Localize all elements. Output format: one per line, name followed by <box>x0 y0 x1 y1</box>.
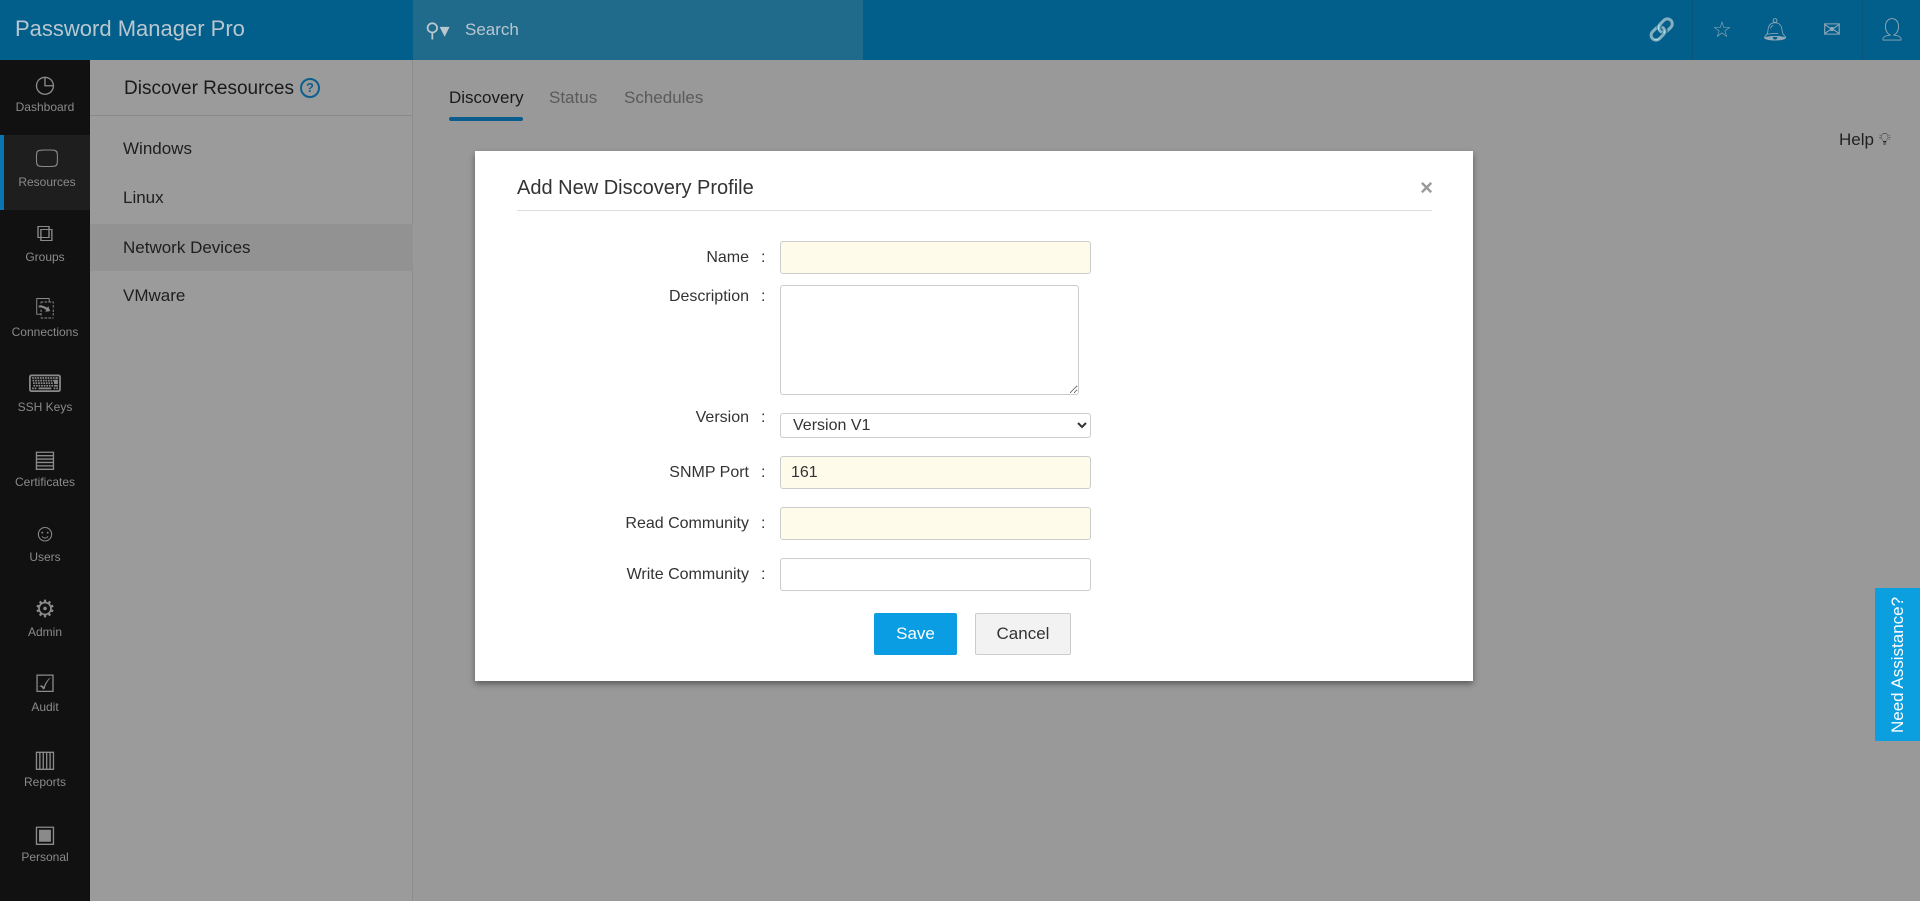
sidebar-item-label: Certificates <box>14 475 76 489</box>
colon: : <box>761 409 766 426</box>
colon: : <box>761 464 766 481</box>
discover-panel: Discover Resources? Windows Linux Networ… <box>90 60 413 901</box>
add-discovery-profile-dialog: Add New Discovery Profile × Name : Descr… <box>475 151 1473 681</box>
save-button[interactable]: Save <box>874 613 957 655</box>
help-link[interactable]: Help 💡︎ <box>1839 130 1891 150</box>
divider <box>90 115 413 116</box>
version-label: Version <box>695 409 749 426</box>
search-icon[interactable]: ⚲▾ <box>425 18 455 43</box>
panel-title: Discover Resources? <box>124 78 320 100</box>
description-label: Description <box>668 288 749 305</box>
active-tab-indicator <box>449 117 523 121</box>
write-community-label: Write Community <box>626 566 749 583</box>
link-icon[interactable]: 🔗 <box>1632 0 1692 60</box>
search-bar: ⚲▾ <box>413 0 863 60</box>
read-community-label: Read Community <box>625 515 749 532</box>
user-icon[interactable]: 👤︎ <box>1862 0 1920 60</box>
description-field[interactable] <box>780 285 1079 395</box>
sidebar-item-reports[interactable]: ▥ Reports <box>0 735 90 810</box>
connections-icon: ⎘ <box>35 295 55 322</box>
user-star-icon[interactable]: ☆ <box>1692 0 1752 60</box>
sidebar-item-label: Personal <box>21 850 69 864</box>
reports-icon: ▥ <box>33 746 57 773</box>
sidebar-item-personal[interactable]: ▣ Personal <box>0 810 90 885</box>
snmp-port-label: SNMP Port <box>669 464 749 481</box>
sidebar-item-certificates[interactable]: ▤ Certificates <box>0 435 90 510</box>
colon: : <box>761 288 766 305</box>
search-input[interactable] <box>465 20 686 40</box>
help-icon[interactable]: ? <box>300 78 320 98</box>
ssh-keys-icon: ⌨ <box>27 371 63 398</box>
dashboard-icon: ◷ <box>34 71 56 98</box>
sidebar-item-admin[interactable]: ⚙ Admin <box>0 585 90 660</box>
name-field[interactable] <box>780 241 1091 274</box>
colon: : <box>761 249 766 266</box>
resources-icon: 🖵 <box>35 145 59 172</box>
sidebar-item-label: Reports <box>23 775 67 789</box>
dialog-title: Add New Discovery Profile <box>517 177 754 199</box>
divider <box>517 210 1432 211</box>
sidebar-item-groups[interactable]: ⧉ Groups <box>0 210 90 285</box>
name-label: Name <box>706 249 749 266</box>
colon: : <box>761 566 766 583</box>
personal-icon: ▣ <box>33 821 57 848</box>
sidebar-item-users[interactable]: ☺ Users <box>0 510 90 585</box>
lightbulb-icon: 💡︎ <box>1878 130 1891 149</box>
audit-icon: ☑ <box>34 671 56 698</box>
sidebar-item-label: Groups <box>25 250 65 264</box>
sidebar: ◷ Dashboard 🖵 Resources ⧉ Groups ⎘ Connections ⌨… <box>0 60 90 901</box>
panel-item-vmware[interactable]: VMware <box>90 272 413 319</box>
sidebar-item-label: Admin <box>27 625 62 639</box>
sidebar-item-connections[interactable]: ⎘ Connections <box>0 285 90 360</box>
sidebar-item-label: Dashboard <box>15 100 75 114</box>
admin-icon: ⚙ <box>34 596 56 623</box>
write-community-field[interactable] <box>780 558 1091 591</box>
sidebar-item-label: Resources <box>18 175 76 189</box>
tab-discovery[interactable]: Discovery <box>449 88 524 108</box>
groups-icon: ⧉ <box>36 220 54 247</box>
panel-item-network-devices[interactable]: Network Devices <box>90 224 413 271</box>
cancel-button[interactable]: Cancel <box>975 613 1071 655</box>
close-icon[interactable]: × <box>1420 175 1433 201</box>
need-assistance-button[interactable]: Need Assistance? <box>1875 588 1920 741</box>
sidebar-item-audit[interactable]: ☑ Audit <box>0 660 90 735</box>
snmp-port-field[interactable] <box>780 456 1091 489</box>
tab-status[interactable]: Status <box>549 88 597 108</box>
sidebar-item-label: Audit <box>31 700 59 714</box>
users-icon: ☺ <box>32 520 58 547</box>
version-select[interactable]: Version V1 <box>780 413 1091 438</box>
certificates-icon: ▤ <box>33 446 57 473</box>
sidebar-item-dashboard[interactable]: ◷ Dashboard <box>0 60 90 135</box>
mail-icon[interactable]: ✉ <box>1802 0 1862 60</box>
bell-icon[interactable]: 🔔︎ <box>1745 0 1805 60</box>
panel-item-linux[interactable]: Linux <box>90 174 413 221</box>
sidebar-item-resources[interactable]: 🖵 Resources <box>0 135 90 210</box>
top-bar: Password Manager Pro ⚲▾ 🔗 ☆ 🔔︎ ✉ 👤︎ <box>0 0 1920 60</box>
app-logo: Password Manager Pro <box>15 16 245 41</box>
colon: : <box>761 515 766 532</box>
read-community-field[interactable] <box>780 507 1091 540</box>
panel-item-windows[interactable]: Windows <box>90 125 413 172</box>
sidebar-item-label: SSH Keys <box>17 400 73 414</box>
sidebar-item-ssh-keys[interactable]: ⌨ SSH Keys <box>0 360 90 435</box>
sidebar-item-label: Connections <box>11 325 79 339</box>
tab-schedules[interactable]: Schedules <box>624 88 703 108</box>
sidebar-item-label: Users <box>29 550 61 564</box>
